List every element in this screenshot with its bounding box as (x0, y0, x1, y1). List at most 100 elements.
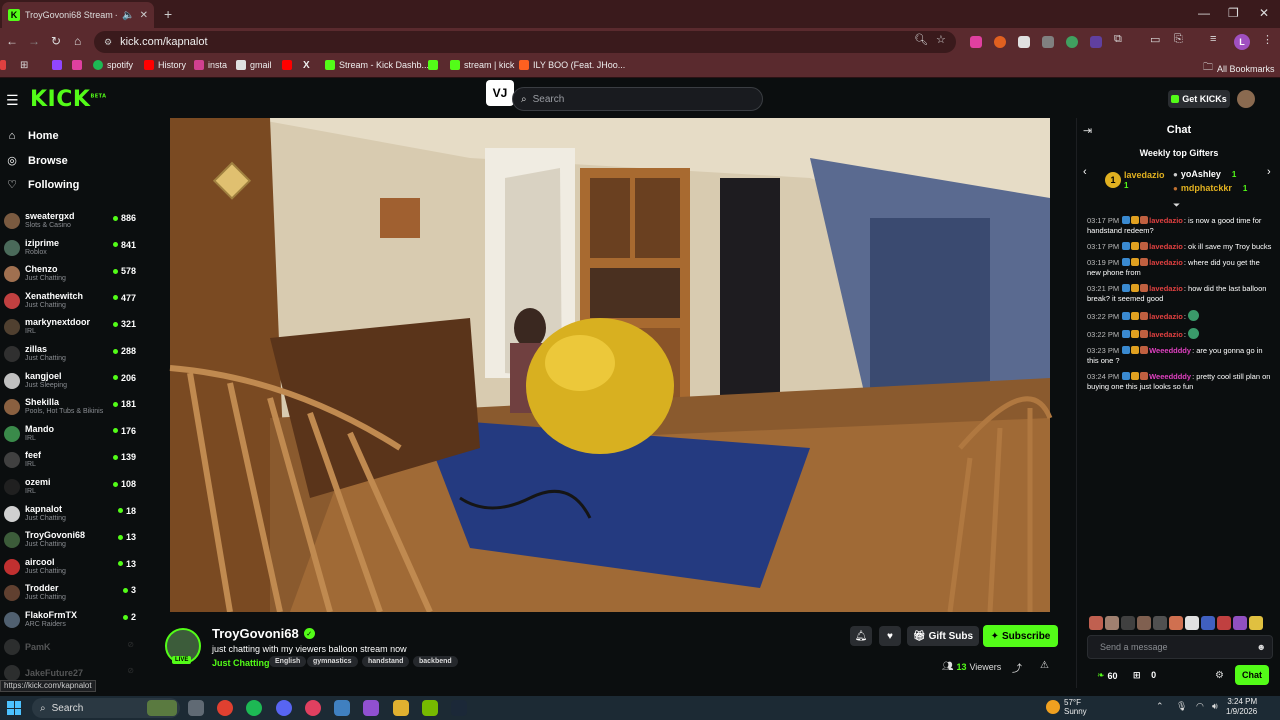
close-tab-icon[interactable]: ✕ (140, 10, 148, 21)
search-highlight-icon[interactable] (147, 700, 177, 716)
bookmark-folder-icon[interactable] (0, 60, 6, 70)
emote-icon[interactable] (1089, 616, 1103, 630)
windows-start-icon[interactable] (7, 701, 21, 715)
tag-english[interactable]: English (269, 656, 307, 667)
home-page-icon[interactable]: ⌂ (74, 34, 81, 48)
extension-icon[interactable] (994, 36, 1006, 48)
all-bookmarks[interactable]: 🗀 All Bookmarks (1203, 60, 1275, 77)
emote-icon[interactable] (1105, 616, 1119, 630)
notification-bell-button[interactable]: 🔔︎ (850, 626, 872, 646)
system-clock[interactable]: 3:24 PM 1/9/2026 (1226, 697, 1257, 717)
reading-list-icon[interactable]: ≡ (1210, 33, 1216, 45)
bookmark-insta[interactable]: insta (194, 60, 227, 70)
extension-icon[interactable] (1066, 36, 1078, 48)
tag-handstand[interactable]: handstand (362, 656, 410, 667)
zoom-icon[interactable]: 🔍︎ (914, 33, 928, 46)
gifts-count[interactable]: ⊞ 0 (1133, 670, 1156, 681)
reload-icon[interactable]: ↻ (51, 34, 61, 48)
bookmark-youtube[interactable] (282, 60, 292, 70)
bookmark-kick-dashboard[interactable]: Stream - Kick Dashb... (325, 60, 429, 70)
restore-icon[interactable]: ❐ (1228, 6, 1239, 20)
sidebar-channel[interactable]: FlakoFrmTX ARC Raiders 2 (0, 609, 142, 635)
gifters-prev-icon[interactable]: ‹ (1083, 166, 1087, 178)
extension-icon[interactable] (1018, 36, 1030, 48)
chat-username[interactable]: lavedazio (1149, 258, 1183, 267)
emote-icon[interactable] (1233, 616, 1247, 630)
emote-icon[interactable] (1169, 616, 1183, 630)
emote-icon[interactable] (1153, 616, 1167, 630)
sidebar-channel[interactable]: aircool Just Chatting 13 (0, 556, 142, 582)
back-icon[interactable]: ← (6, 34, 18, 48)
microphone-icon[interactable]: 🎙︎ (1176, 701, 1187, 712)
sidebar-channel[interactable]: Chenzo Just Chatting 578 (0, 263, 142, 289)
bookmark-x[interactable]: X (303, 60, 310, 71)
speaker-icon[interactable]: 🔈 (122, 10, 134, 21)
hamburger-menu-icon[interactable]: ☰ (6, 92, 19, 109)
chat-username[interactable]: lavedazio (1149, 216, 1183, 225)
chat-message-input[interactable]: Send a message ☻ (1087, 635, 1273, 659)
pinned-filter-icon[interactable]: ⏷ (1173, 200, 1180, 211)
nvidia-icon[interactable] (422, 700, 438, 716)
nav-following[interactable]: ♡ Following (6, 178, 79, 192)
spotify-icon[interactable] (246, 700, 262, 716)
channel-points[interactable]: ❧ 60 (1097, 670, 1118, 681)
file-explorer-icon[interactable] (393, 700, 409, 716)
extension-icon[interactable] (1042, 36, 1054, 48)
sidebar-channel[interactable]: iziprime Roblox 841 (0, 237, 142, 263)
follow-heart-button[interactable]: ♥ (879, 626, 901, 646)
bookmark-ily-boo[interactable]: ILY BOO (Feat. JHoo... (519, 60, 625, 70)
kick-logo[interactable]: KICKBETA (30, 87, 107, 112)
category-link[interactable]: Just Chatting (212, 658, 270, 668)
app-icon[interactable] (305, 700, 321, 716)
emote-icon[interactable] (1137, 616, 1151, 630)
sidebar-channel-offline[interactable]: PamK ⊘ (0, 636, 142, 662)
side-panel-icon[interactable]: ▭ (1150, 33, 1160, 46)
bookmark-kick[interactable] (72, 60, 82, 70)
sidebar-channel[interactable]: kapnalot Just Chatting 18 (0, 503, 142, 529)
sidebar-channel[interactable]: TroyGovoni68 Just Chatting 13 (0, 529, 142, 555)
bookmark-gmail[interactable]: gmail (236, 60, 272, 70)
minimize-icon[interactable]: — (1198, 6, 1210, 20)
chat-username[interactable]: lavedazio (1149, 242, 1183, 251)
bookmark-history[interactable]: History (144, 60, 186, 70)
chat-settings-gear-icon[interactable]: ⚙ (1215, 670, 1224, 681)
sidebar-channel[interactable]: Mando IRL 176 (0, 423, 142, 449)
bookmark-kick-icon-only[interactable] (428, 60, 438, 70)
browser-tab[interactable]: K TroyGovoni68 Stream - Wa 🔈 ✕ (2, 2, 154, 28)
site-info-icon[interactable]: ⚙ (104, 37, 112, 48)
streamer-name[interactable]: TroyGovoni68 ✓ (212, 626, 315, 641)
chat-username[interactable]: lavedazio (1149, 312, 1183, 321)
profile-avatar[interactable]: L (1234, 34, 1250, 50)
emoji-icon[interactable]: ☻ (1257, 642, 1266, 652)
sidebar-channel[interactable]: sweatergxd Slots & Casino 886 (0, 210, 142, 236)
bookmark-spotify[interactable]: spotify (93, 60, 133, 70)
bookmark-star-icon[interactable]: ☆ (936, 33, 946, 46)
emote-icon[interactable] (1185, 616, 1199, 630)
nav-home[interactable]: ⌂ Home (6, 130, 59, 142)
forward-icon[interactable]: → (28, 34, 40, 48)
tray-overflow-icon[interactable]: ⌃ (1156, 701, 1164, 712)
vj-extension-button[interactable]: VJ (486, 80, 514, 106)
emote-icon[interactable] (1217, 616, 1231, 630)
sidebar-channel[interactable]: zillas Just Chatting 288 (0, 343, 142, 369)
discord-icon[interactable] (276, 700, 292, 716)
tag-backbend[interactable]: backbend (413, 656, 458, 667)
chat-send-button[interactable]: Chat (1235, 665, 1269, 685)
sidebar-channel[interactable]: ozemi IRL 108 (0, 476, 142, 502)
steam-icon[interactable] (451, 700, 467, 716)
gift-subs-button[interactable]: 🎁︎ Gift Subs (907, 626, 979, 646)
sidebar-channel[interactable]: feef IRL 139 (0, 449, 142, 475)
report-icon[interactable]: ⚠ (1040, 660, 1049, 671)
tag-gymnastics[interactable]: gymnastics (307, 656, 358, 667)
emote-icon[interactable] (1249, 616, 1263, 630)
emote-icon[interactable] (1121, 616, 1135, 630)
gifters-next-icon[interactable]: › (1267, 166, 1271, 178)
settings-app-icon[interactable] (334, 700, 350, 716)
extensions-puzzle-icon[interactable]: ⧉ (1114, 33, 1122, 46)
chat-username[interactable]: Weeeddddy (1149, 372, 1191, 381)
video-player[interactable] (147, 118, 1075, 612)
sidebar-channel[interactable]: kangjoel Just Sleeping 206 (0, 370, 142, 396)
menu-kebab-icon[interactable]: ⋮ (1262, 33, 1273, 46)
chat-username[interactable]: lavedazio (1149, 330, 1183, 339)
task-view-icon[interactable] (188, 700, 204, 716)
